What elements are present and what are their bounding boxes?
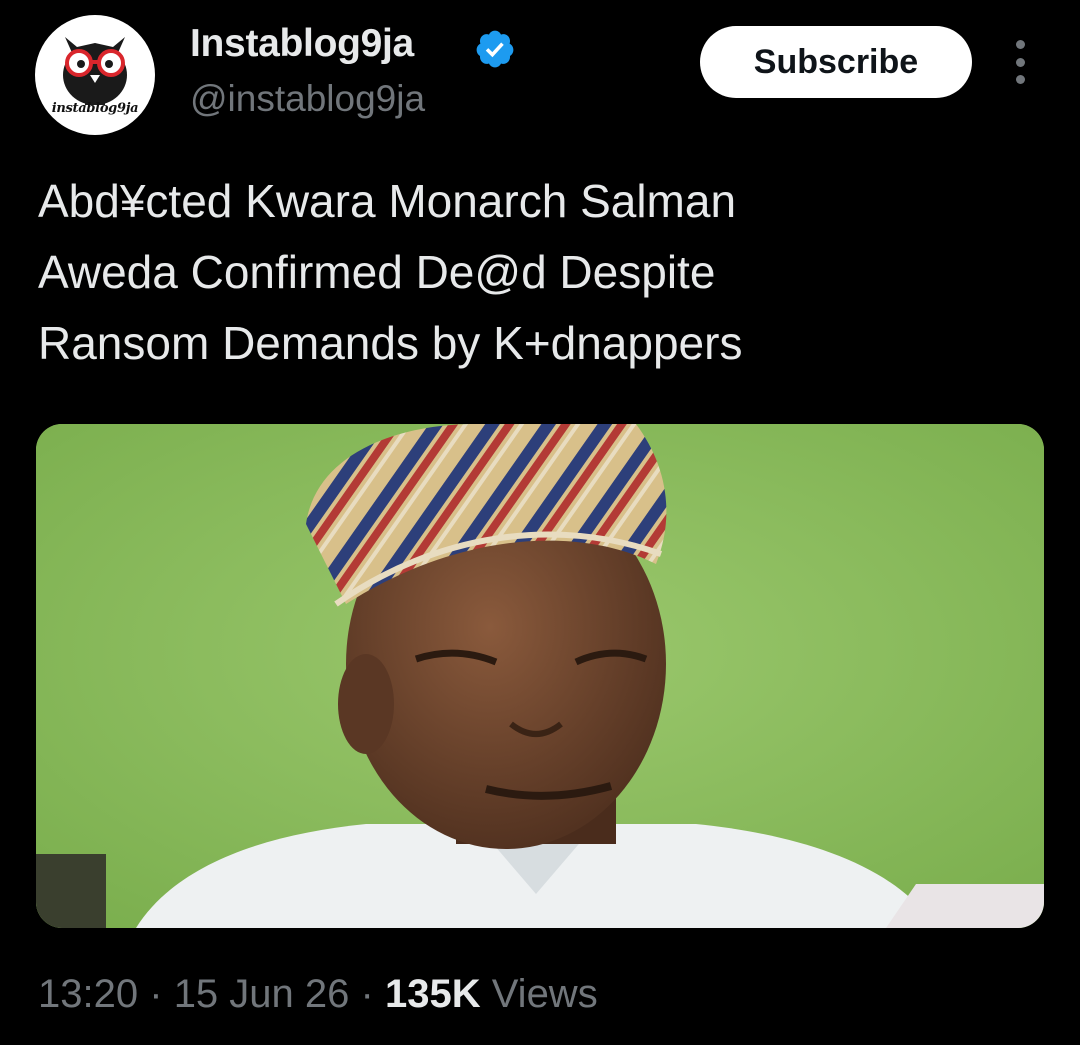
dot [1015,40,1025,49]
verified-badge-icon [476,30,514,68]
tweet-text-line: Abd¥cted Kwara Monarch Salman [38,175,737,227]
more-options-icon[interactable] [1006,40,1034,84]
owl-logo-icon [63,37,127,105]
author-avatar[interactable]: instablog9ja [35,15,155,135]
dot [1015,57,1025,67]
separator: · [149,972,163,1016]
tweet: instablog9ja Instablog9ja @instablog9ja … [0,0,1080,1045]
views-label: Views [491,972,598,1016]
tweet-time[interactable]: 13:20 [38,972,138,1016]
separator: · [360,972,374,1016]
subscribe-button[interactable]: Subscribe [700,26,972,98]
tweet-meta: 13:20 · 15 Jun 26 · 135K Views [38,972,598,1017]
author-display-name[interactable]: Instablog9ja [190,22,414,66]
tweet-date[interactable]: 15 Jun 26 [174,972,350,1016]
dot [1015,75,1025,84]
views-count: 135K [384,972,481,1016]
tweet-text-line: Ransom Demands by K+dnappers [38,317,743,369]
tweet-text-line: Aweda Confirmed De@d Despite [38,246,716,298]
portrait-photo [36,424,1044,928]
tweet-text: Abd¥cted Kwara Monarch Salman Aweda Conf… [38,166,1048,379]
author-handle[interactable]: @instablog9ja [190,78,425,120]
tweet-image[interactable] [36,424,1044,928]
avatar-label: instablog9ja [51,101,139,116]
